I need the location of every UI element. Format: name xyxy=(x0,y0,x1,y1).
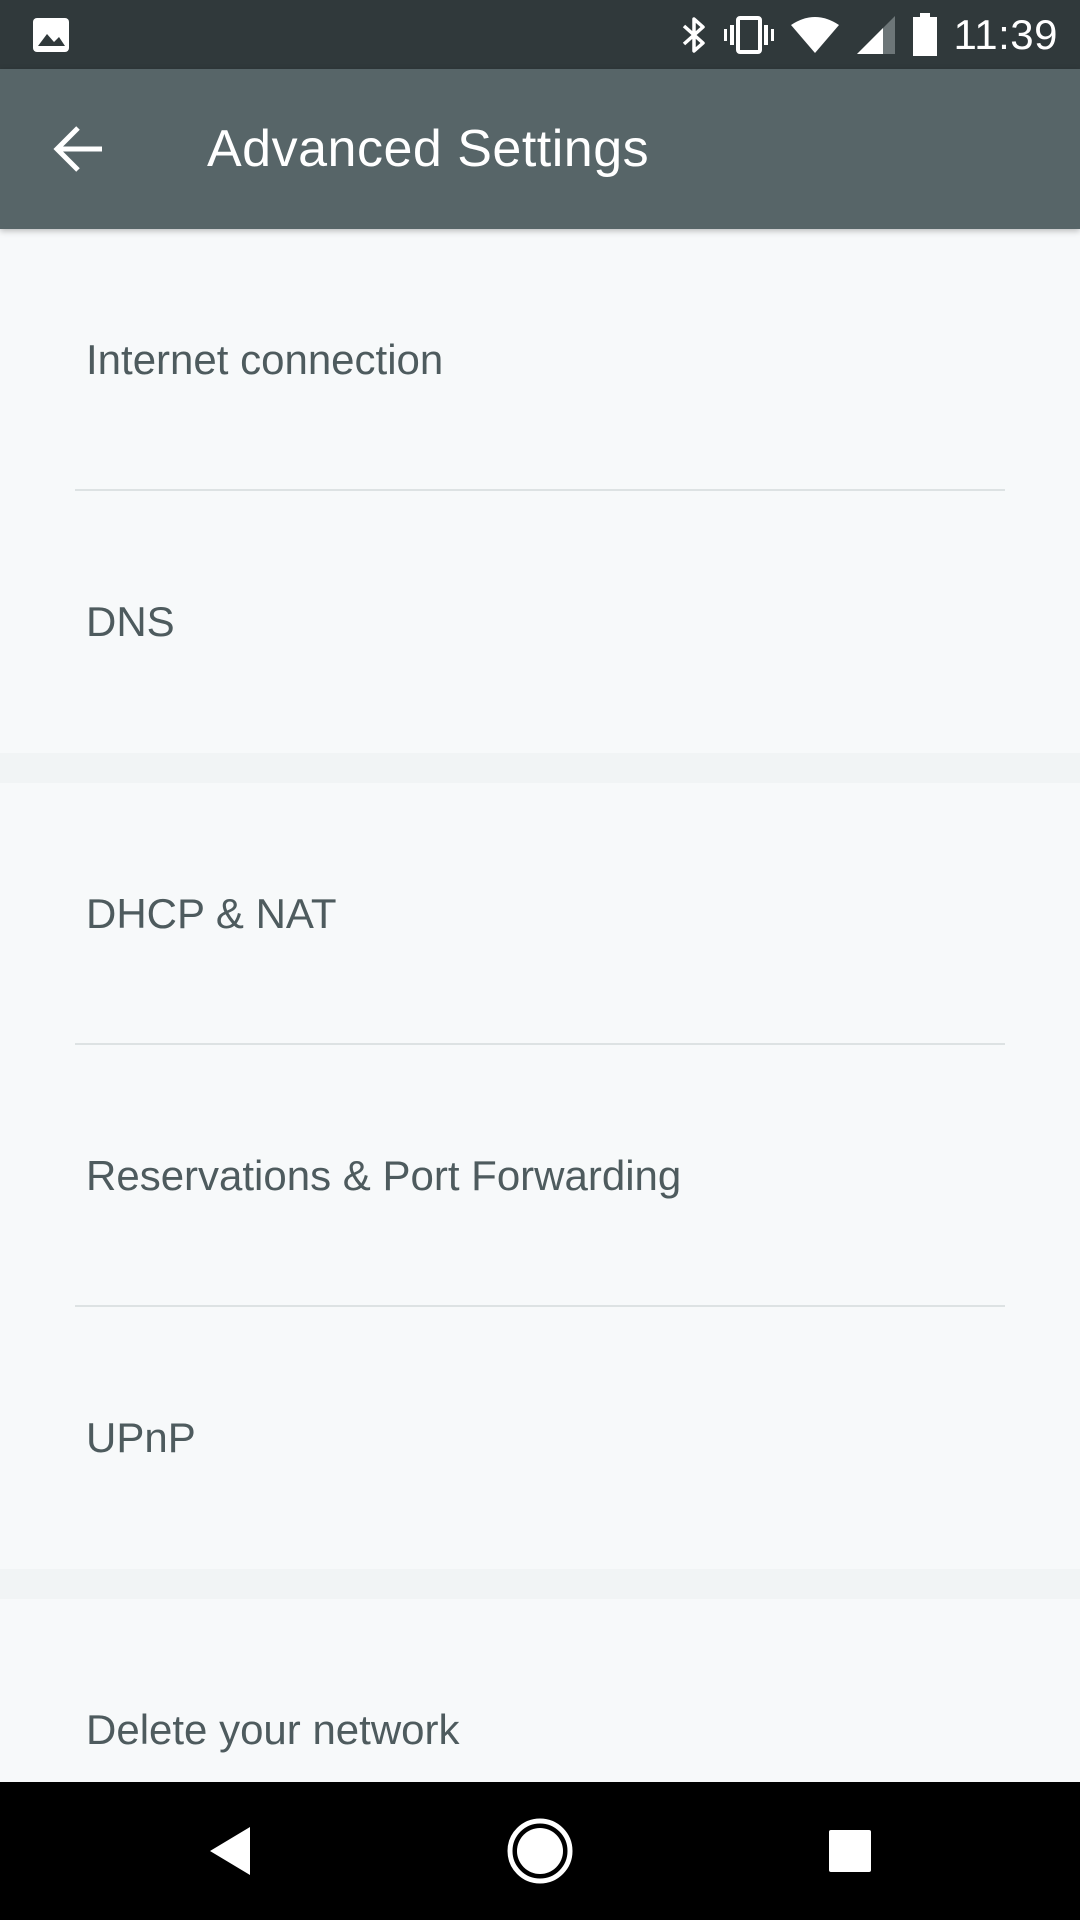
settings-section-lan: DHCP & NAT Reservations & Port Forwardin… xyxy=(0,783,1080,1569)
system-nav-bar xyxy=(0,1782,1080,1920)
settings-item-label: Delete your network xyxy=(86,1706,460,1753)
bluetooth-icon xyxy=(682,16,705,53)
settings-item-label: Reservations & Port Forwarding xyxy=(86,1152,682,1199)
app-bar: Advanced Settings xyxy=(0,69,1080,229)
settings-item-label: DNS xyxy=(86,598,175,645)
nav-back-button[interactable] xyxy=(170,1782,290,1920)
nav-back-icon xyxy=(210,1827,250,1875)
settings-section-danger: Delete your network xyxy=(0,1599,1080,1782)
settings-item-label: DHCP & NAT xyxy=(86,890,337,937)
status-time: 11:39 xyxy=(953,10,1058,58)
settings-item-dns[interactable]: DNS xyxy=(0,491,1080,753)
status-bar: 11:39 xyxy=(0,0,1080,69)
nav-recents-icon xyxy=(829,1830,871,1872)
settings-item-label: Internet connection xyxy=(86,336,444,383)
status-icons: 11:39 xyxy=(680,0,1059,69)
settings-item-dhcp-nat[interactable]: DHCP & NAT xyxy=(0,783,1080,1045)
arrow-back-icon[interactable] xyxy=(50,123,110,175)
section-gap xyxy=(0,753,1080,783)
nav-home-icon xyxy=(507,1818,573,1884)
nav-recents-button[interactable] xyxy=(790,1782,910,1920)
vibrate-icon xyxy=(723,15,774,54)
settings-item-label: UPnP xyxy=(86,1414,196,1461)
settings-item-upnp[interactable]: UPnP xyxy=(0,1307,1080,1569)
cell-signal-icon xyxy=(856,15,895,54)
section-gap xyxy=(0,1569,1080,1599)
settings-list: Internet connection DNS DHCP & NAT Reser… xyxy=(0,229,1080,1782)
battery-icon xyxy=(912,12,937,56)
settings-item-delete-network[interactable]: Delete your network xyxy=(0,1599,1080,1782)
settings-section-network: Internet connection DNS xyxy=(0,229,1080,753)
settings-item-reservations-port-forwarding[interactable]: Reservations & Port Forwarding xyxy=(0,1045,1080,1307)
wifi-icon xyxy=(790,16,839,53)
page-title: Advanced Settings xyxy=(207,120,650,178)
settings-item-internet-connection[interactable]: Internet connection xyxy=(0,229,1080,491)
image-notification-icon xyxy=(33,18,69,52)
nav-home-button[interactable] xyxy=(480,1782,600,1920)
